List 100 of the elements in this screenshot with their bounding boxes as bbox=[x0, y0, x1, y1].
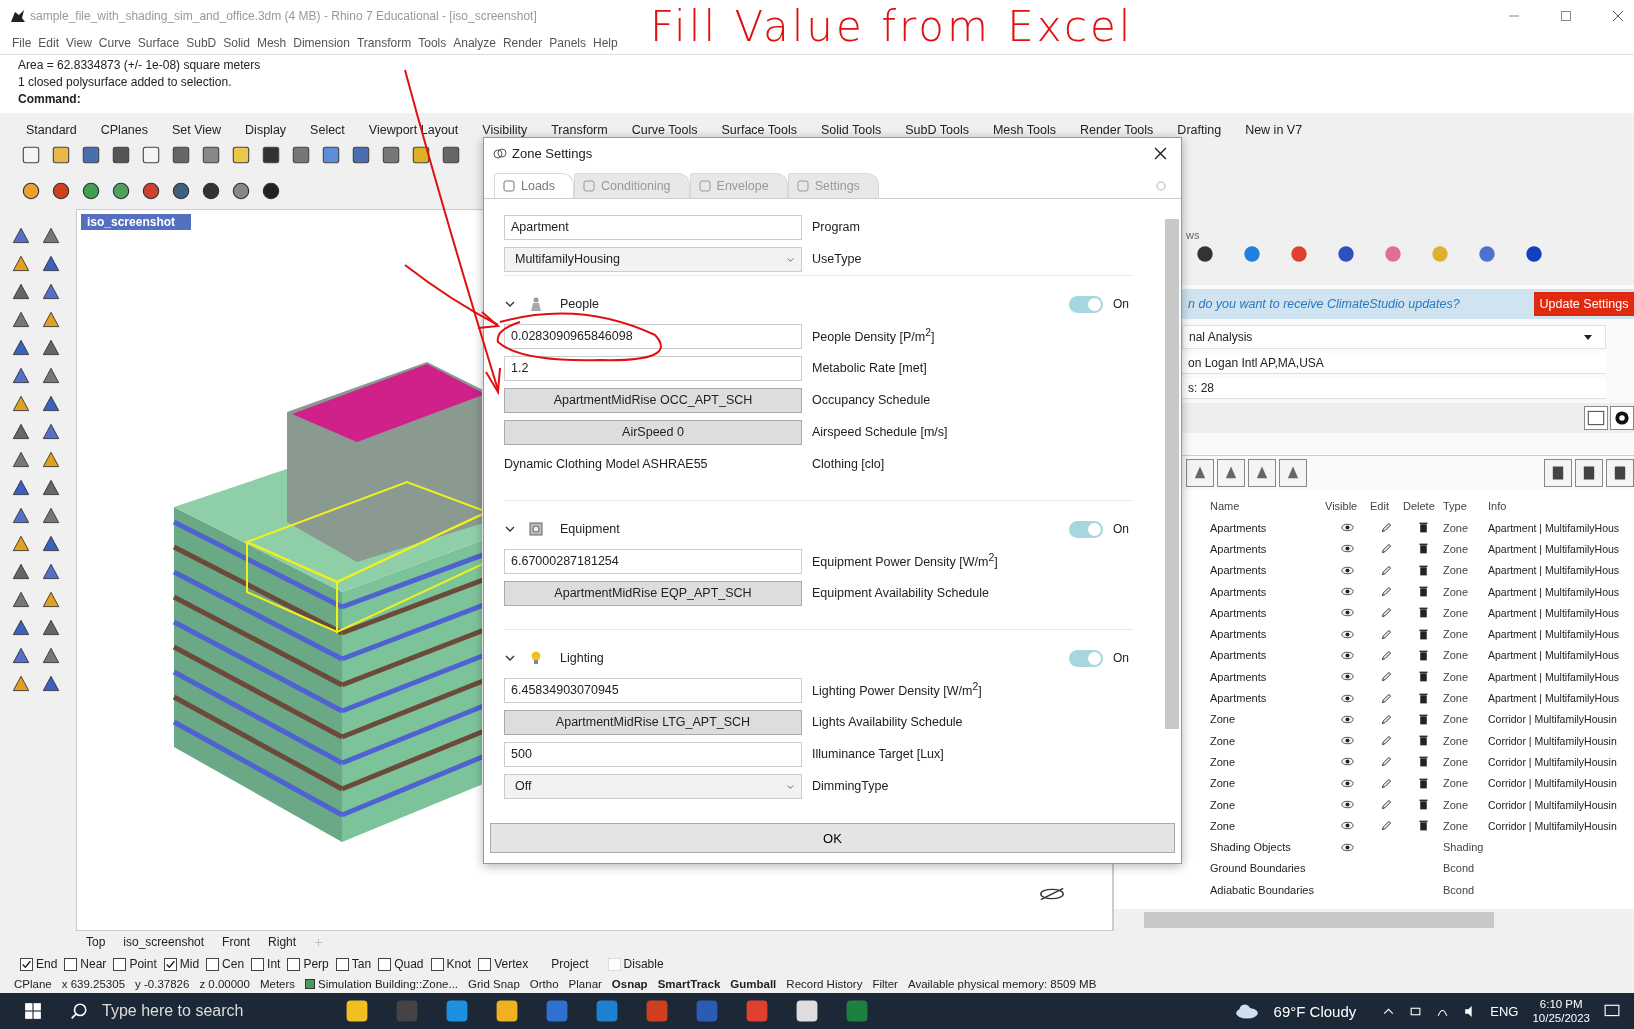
trash-icon[interactable] bbox=[1416, 648, 1430, 662]
status-item[interactable]: Ortho bbox=[529, 978, 559, 990]
trash-icon[interactable] bbox=[1416, 755, 1430, 769]
menu-item[interactable]: SubD bbox=[186, 35, 217, 50]
checkbox[interactable] bbox=[430, 957, 444, 971]
toolbar-tab[interactable]: Display bbox=[245, 122, 287, 137]
pencil-icon[interactable] bbox=[1380, 798, 1393, 811]
trash-icon[interactable] bbox=[1416, 563, 1430, 577]
osnap-label[interactable]: Disable bbox=[623, 957, 664, 972]
pencil-icon[interactable] bbox=[1380, 563, 1393, 577]
osnap-label[interactable]: Cen bbox=[222, 957, 245, 972]
analysis-dropdown[interactable]: nal Analysis bbox=[1182, 324, 1606, 349]
status-item[interactable]: SmartTrack bbox=[657, 978, 721, 990]
toolbar-tab[interactable]: New in V7 bbox=[1245, 122, 1303, 137]
settings-icon[interactable] bbox=[1610, 405, 1634, 430]
pencil-icon[interactable] bbox=[1380, 712, 1393, 726]
weather-text[interactable]: 69°F Cloudy bbox=[1273, 1002, 1357, 1020]
status-item[interactable]: Gumball bbox=[730, 978, 777, 990]
column-header[interactable]: Edit bbox=[1370, 500, 1403, 513]
checkbox[interactable] bbox=[251, 957, 265, 971]
command-prompt[interactable]: Command: bbox=[18, 90, 1616, 108]
app-icon[interactable] bbox=[794, 998, 820, 1024]
text-field[interactable]: 6.67000287181254 bbox=[504, 548, 802, 574]
eye-icon[interactable] bbox=[1341, 798, 1354, 811]
osnap-label[interactable]: Near bbox=[80, 957, 107, 972]
update-settings-button[interactable]: Update Settings bbox=[1534, 291, 1634, 316]
checkbox[interactable] bbox=[20, 957, 33, 971]
trash-icon[interactable] bbox=[1416, 627, 1430, 641]
menu-item[interactable]: Tools bbox=[418, 35, 447, 50]
pencil-icon[interactable] bbox=[1380, 755, 1393, 769]
checkbox[interactable] bbox=[206, 957, 220, 971]
status-item[interactable]: y -0.37826 bbox=[135, 978, 190, 990]
viewport-tab[interactable]: Top bbox=[86, 935, 106, 950]
column-header[interactable]: Delete bbox=[1403, 500, 1443, 513]
clock-time[interactable]: 6:10 PM bbox=[1539, 997, 1583, 1011]
menu-item[interactable]: Curve bbox=[98, 35, 131, 50]
close-icon[interactable] bbox=[1154, 146, 1167, 160]
pencil-icon[interactable] bbox=[1380, 648, 1393, 662]
viewport-title-tab[interactable]: iso_screenshot bbox=[81, 213, 192, 230]
toggle-switch[interactable] bbox=[1069, 295, 1103, 313]
window-icon[interactable] bbox=[1584, 405, 1608, 430]
status-item[interactable]: x 639.25305 bbox=[61, 978, 126, 990]
text-field[interactable]: 0.0283090965846098 bbox=[504, 323, 802, 349]
status-item[interactable]: Osnap bbox=[611, 978, 648, 990]
pencil-icon[interactable] bbox=[1380, 585, 1393, 599]
dropdown[interactable]: Off bbox=[504, 773, 802, 799]
toolbar-tab[interactable]: Render Tools bbox=[1079, 122, 1154, 137]
trash-icon[interactable] bbox=[1416, 670, 1430, 684]
menu-item[interactable]: Help bbox=[593, 35, 618, 50]
menu-item[interactable]: Mesh bbox=[256, 35, 287, 50]
osnap-label[interactable]: Point bbox=[129, 957, 157, 972]
menu-item[interactable]: Transform bbox=[356, 35, 412, 50]
pencil-icon[interactable] bbox=[1380, 776, 1393, 790]
ok-button[interactable]: OK bbox=[490, 823, 1175, 853]
pencil-icon[interactable] bbox=[1380, 627, 1393, 641]
toggle-switch[interactable] bbox=[1069, 649, 1103, 667]
osnap-label[interactable]: Perp bbox=[303, 957, 329, 972]
checkbox[interactable] bbox=[478, 957, 492, 971]
osnap-label[interactable]: Tan bbox=[351, 957, 372, 972]
dialog-tab[interactable]: Loads bbox=[494, 173, 575, 198]
status-item[interactable]: Record History bbox=[786, 978, 863, 990]
pencil-icon[interactable] bbox=[1380, 542, 1393, 556]
checkbox[interactable] bbox=[113, 957, 127, 971]
column-header[interactable]: Info bbox=[1488, 500, 1634, 513]
pencil-icon[interactable] bbox=[1380, 734, 1393, 748]
schedule-button[interactable]: ApartmentMidRise EQP_APT_SCH bbox=[504, 580, 802, 606]
menu-item[interactable]: Solid bbox=[223, 35, 250, 50]
text-field[interactable]: s: 28 bbox=[1182, 377, 1606, 399]
pencil-icon[interactable] bbox=[1380, 606, 1393, 620]
notification-icon[interactable] bbox=[1604, 1003, 1620, 1019]
tool-icon[interactable] bbox=[1575, 458, 1603, 487]
toolbar-tab[interactable]: Set View bbox=[172, 122, 222, 137]
column-header[interactable]: Visible bbox=[1325, 500, 1370, 513]
trash-icon[interactable] bbox=[1416, 798, 1430, 811]
column-header[interactable]: Name bbox=[1210, 500, 1325, 513]
trash-icon[interactable] bbox=[1416, 734, 1430, 748]
trash-icon[interactable] bbox=[1416, 819, 1430, 833]
pencil-icon[interactable] bbox=[1380, 521, 1393, 535]
tool-icon[interactable] bbox=[1248, 458, 1276, 487]
osnap-label[interactable]: Project bbox=[551, 957, 589, 972]
pencil-icon[interactable] bbox=[1380, 670, 1393, 684]
toolbar-tab[interactable]: Mesh Tools bbox=[992, 122, 1056, 137]
viewport-tab[interactable]: Front bbox=[222, 935, 251, 950]
scrollbar[interactable] bbox=[1165, 219, 1179, 729]
dropdown[interactable]: MultifamilyHousing bbox=[504, 246, 802, 272]
status-item[interactable]: Filter bbox=[872, 978, 898, 990]
osnap-label[interactable]: Mid bbox=[179, 957, 200, 972]
pencil-icon[interactable] bbox=[1380, 819, 1393, 833]
scrollbar[interactable] bbox=[1144, 912, 1494, 929]
toolbar-tab[interactable]: Visibility bbox=[482, 122, 528, 137]
osnap-label[interactable]: End bbox=[36, 957, 58, 972]
text-field[interactable]: 6.45834903070945 bbox=[504, 677, 802, 703]
checkbox[interactable] bbox=[163, 957, 177, 971]
tool-icon[interactable] bbox=[1279, 458, 1307, 487]
tool-icon[interactable] bbox=[1606, 458, 1634, 487]
search-field[interactable]: Type here to search bbox=[100, 1001, 304, 1021]
status-item[interactable]: Planar bbox=[568, 978, 602, 990]
tool-icon[interactable] bbox=[1186, 458, 1214, 487]
app-icon[interactable] bbox=[494, 998, 520, 1024]
menu-item[interactable]: File bbox=[12, 35, 32, 50]
